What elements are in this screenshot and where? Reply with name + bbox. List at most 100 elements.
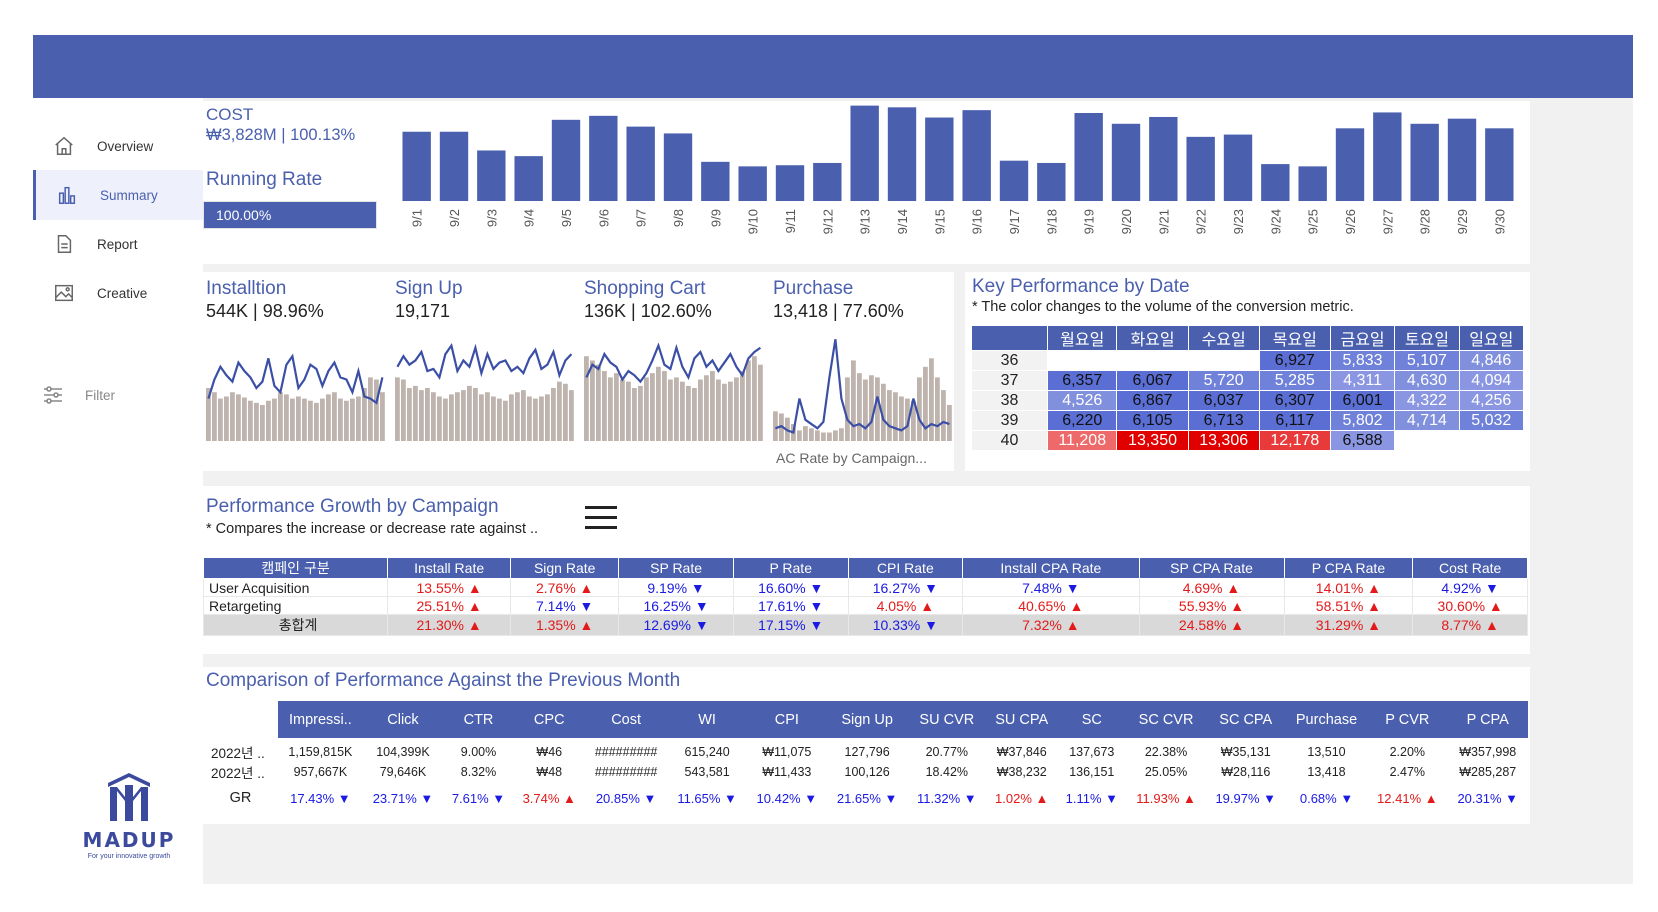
cost-bar[interactable]	[850, 105, 879, 201]
spark-bar	[935, 377, 940, 441]
heatmap-cell[interactable]: 6,067	[1116, 370, 1189, 391]
heatmap-cell[interactable]	[1394, 430, 1460, 451]
comparison-cell: 13,510	[1307, 745, 1346, 759]
heatmap-cell[interactable]: 6,357	[1046, 370, 1118, 391]
heatmap-cell[interactable]: 6,867	[1116, 390, 1189, 411]
heatmap-cell[interactable]: 5,285	[1258, 370, 1331, 391]
spark-bar	[803, 426, 808, 441]
cost-bar[interactable]	[701, 161, 730, 201]
week-row: 39 6,220 6,105 6,713 6,117 5,802 4,714 5,032	[971, 410, 1525, 431]
comparison-column-header: SC CPA	[1205, 701, 1286, 738]
cost-bar[interactable]	[1447, 118, 1477, 201]
spark-bar	[425, 388, 430, 441]
spark-bar	[242, 397, 247, 441]
heatmap-cell[interactable]: 4,630	[1394, 370, 1460, 391]
spark-bar	[374, 379, 379, 441]
cost-bar[interactable]	[663, 133, 693, 201]
cost-bar[interactable]	[925, 117, 954, 201]
campaign-name: 총합계	[202, 614, 389, 636]
heatmap-cell[interactable]: 5,032	[1458, 410, 1525, 431]
cost-bar[interactable]	[1298, 166, 1327, 201]
heatmap-cell[interactable]: 13,306	[1187, 430, 1260, 451]
heatmap-cell[interactable]: 4,256	[1458, 390, 1525, 411]
heatmap-cell[interactable]	[1046, 350, 1118, 371]
heatmap-cell[interactable]	[1116, 350, 1189, 371]
cost-bar[interactable]	[439, 131, 469, 201]
filter-button[interactable]: Filter	[41, 383, 115, 407]
cost-bar[interactable]	[1261, 164, 1290, 201]
nav-item-summary[interactable]: Summary	[33, 170, 203, 220]
heatmap-cell[interactable]: 6,220	[1046, 410, 1118, 431]
heatmap-cell[interactable]: 4,714	[1394, 410, 1460, 431]
cost-bar[interactable]	[1410, 123, 1439, 201]
week-label: 36	[971, 350, 1048, 371]
heatmap-cell[interactable]: 4,311	[1329, 370, 1396, 391]
cost-bar[interactable]	[813, 162, 842, 201]
growth-cell: 17.15% ▼	[732, 614, 849, 636]
cost-bar[interactable]	[1335, 128, 1365, 201]
cost-bar[interactable]	[962, 110, 991, 201]
heatmap-cell[interactable]: 4,846	[1458, 350, 1525, 371]
heatmap-cell[interactable]	[1187, 350, 1260, 371]
cost-bar[interactable]	[1485, 128, 1514, 201]
heatmap-cell[interactable]: 5,107	[1394, 350, 1460, 371]
cost-bar[interactable]	[1037, 162, 1066, 201]
heatmap-cell[interactable]: 4,526	[1046, 390, 1118, 411]
heatmap-cell[interactable]: 6,307	[1258, 390, 1331, 411]
cost-bar[interactable]	[887, 107, 917, 201]
comparison-cell: #########	[594, 745, 658, 759]
cost-bar[interactable]	[775, 165, 805, 201]
spark-bar	[545, 394, 550, 441]
cost-bar[interactable]	[1186, 136, 1215, 201]
cost-bar[interactable]	[1111, 123, 1141, 201]
comparison-column-header: P CVR	[1367, 701, 1448, 738]
growth-column-header: Cost Rate	[1412, 557, 1528, 579]
cost-bar[interactable]	[589, 115, 618, 201]
kpi-panel: Installtion 544K | 98.96% Sign Up 19,171…	[203, 272, 954, 471]
heatmap-cell[interactable]	[1458, 430, 1525, 451]
heatmap-cell[interactable]: 6,713	[1187, 410, 1260, 431]
cost-bar[interactable]	[477, 150, 506, 201]
heatmap-cell[interactable]: 5,720	[1187, 370, 1260, 391]
spark-bar	[551, 388, 556, 441]
x-tick-label: 9/10	[746, 209, 761, 234]
heatmap-cell[interactable]: 4,094	[1458, 370, 1525, 391]
kpi-footer-link[interactable]: AC Rate by Campaign...	[776, 450, 927, 466]
spark-bar	[692, 388, 697, 441]
heatmap-cell[interactable]: 11,208	[1046, 430, 1118, 451]
nav-item-creative[interactable]: Creative	[33, 268, 203, 318]
cost-bar[interactable]	[999, 160, 1029, 201]
heatmap-cell[interactable]: 6,927	[1258, 350, 1331, 371]
spark-bar	[236, 394, 241, 441]
cost-bar[interactable]	[514, 156, 543, 201]
sparkline-install	[206, 353, 385, 441]
heatmap-cell[interactable]: 12,178	[1258, 430, 1331, 451]
hamburger-menu-icon[interactable]	[585, 506, 617, 532]
cost-bar[interactable]	[402, 131, 431, 201]
comparison-column-header: Click	[362, 701, 444, 738]
spark-bar	[584, 356, 589, 441]
heatmap-cell[interactable]: 5,802	[1329, 410, 1396, 431]
comparison-cell: 22.38%	[1144, 745, 1188, 759]
nav-item-overview[interactable]: Overview	[33, 121, 203, 171]
heatmap-cell[interactable]: 5,833	[1329, 350, 1396, 371]
heatmap-cell[interactable]: 6,037	[1187, 390, 1260, 411]
heatmap-cell[interactable]: 6,588	[1329, 430, 1396, 451]
x-tick-label: 9/17	[1007, 209, 1022, 234]
cost-bar[interactable]	[738, 166, 767, 201]
heatmap-cell[interactable]: 4,322	[1394, 390, 1460, 411]
cost-bar[interactable]	[1149, 116, 1178, 201]
week-header	[971, 325, 1048, 351]
heatmap-cell[interactable]: 6,117	[1258, 410, 1331, 431]
heatmap-cell[interactable]: 13,350	[1116, 430, 1189, 451]
cost-bar[interactable]	[1223, 134, 1253, 201]
heatmap-cell[interactable]: 6,105	[1116, 410, 1189, 431]
main-content: COST ₩3,828M | 100.13% Running Rate 100.…	[202, 98, 1633, 884]
nav-item-report[interactable]: Report	[33, 219, 203, 269]
cost-bar[interactable]	[626, 126, 655, 201]
spark-line	[585, 342, 762, 384]
cost-bar[interactable]	[1074, 112, 1103, 201]
cost-bar[interactable]	[551, 119, 581, 201]
cost-bar[interactable]	[1373, 112, 1402, 201]
heatmap-cell[interactable]: 6,001	[1329, 390, 1396, 411]
